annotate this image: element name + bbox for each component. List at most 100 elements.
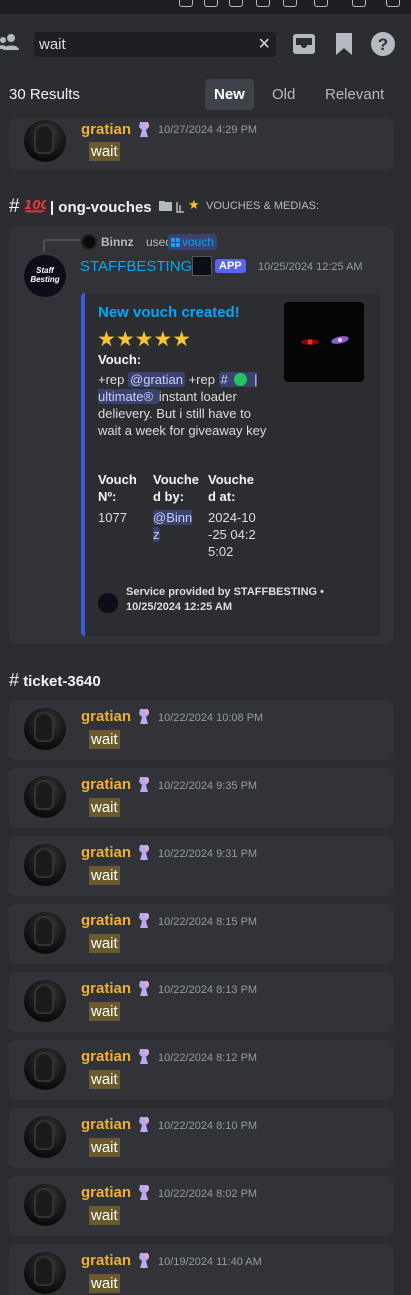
toolbar-icon[interactable] (179, 0, 193, 7)
tab-relevant[interactable]: Relevant (316, 79, 393, 110)
search-result[interactable]: gratian 10/22/2024 8:02 PM wait (9, 1176, 394, 1236)
search-result-bot-message[interactable]: Binnz used vouch Staff Besting STAFFBEST… (9, 226, 394, 644)
search-input[interactable] (39, 35, 239, 53)
bot-avatar[interactable]: Staff Besting (24, 255, 66, 297)
svg-text:?: ? (378, 35, 388, 54)
results-bar: 30 Results New Old Relevant (0, 70, 411, 118)
message-content: wait (89, 798, 120, 817)
search-result[interactable]: gratian 10/22/2024 9:31 PM wait (9, 836, 394, 896)
message-content: wait (89, 1274, 120, 1293)
avatar[interactable] (24, 1184, 66, 1226)
interaction-user[interactable]: Binnz (101, 235, 134, 249)
avatar[interactable] (24, 1116, 66, 1158)
interaction-avatar (81, 234, 97, 250)
user-mention[interactable]: @gratian (128, 372, 185, 387)
channel-name: | ong-vouches (49, 199, 152, 216)
svg-text:100: 100 (24, 198, 46, 212)
hash-icon: # (9, 196, 20, 217)
nitro-badge-icon (139, 1253, 149, 1268)
search-result[interactable]: gratian 10/19/2024 11:40 AM wait (9, 1244, 394, 1295)
avatar[interactable] (24, 980, 66, 1022)
bot-avatar-text: Staff Besting (30, 266, 60, 284)
slash-command-icon (171, 238, 180, 247)
toolbar-icon[interactable] (256, 0, 270, 7)
vouch-text: +rep @gratian +rep # | ultimate® instant… (98, 371, 268, 439)
results-count: 30 Results (9, 86, 80, 103)
author-name[interactable]: gratian (81, 844, 131, 861)
app-tag: APP (215, 259, 246, 273)
search-box[interactable]: × (34, 32, 276, 57)
close-icon[interactable]: × (258, 33, 270, 55)
channel-name: ticket-3640 (23, 673, 101, 690)
message-content: wait (89, 1206, 120, 1225)
timestamp: 10/22/2024 9:31 PM (158, 848, 258, 860)
author-name[interactable]: gratian (81, 121, 131, 138)
search-result[interactable]: gratian 10/22/2024 10:08 PM wait (9, 700, 394, 760)
avatar[interactable] (24, 120, 66, 162)
toolbar-icon[interactable] (352, 0, 366, 7)
author-name[interactable]: gratian (81, 980, 131, 997)
author-name[interactable]: gratian (81, 776, 131, 793)
embed-title[interactable]: New vouch created! (98, 304, 240, 321)
tab-new[interactable]: New (205, 79, 254, 110)
author-name[interactable]: gratian (81, 1252, 131, 1269)
toolbar-icon[interactable] (283, 0, 297, 7)
search-result[interactable]: gratian 10/22/2024 8:10 PM wait (9, 1108, 394, 1168)
search-result[interactable]: gratian 10/22/2024 8:12 PM wait (9, 1040, 394, 1100)
help-icon[interactable]: ? (370, 31, 396, 57)
field-name: Vouch Nº: (98, 472, 137, 504)
message-content: wait (89, 1138, 120, 1157)
channel-header-ong-vouches[interactable]: # 100 | ong-vouches (9, 196, 152, 218)
tab-old[interactable]: Old (263, 79, 304, 110)
avatar[interactable] (24, 776, 66, 818)
inbox-icon[interactable] (291, 31, 317, 57)
channel-header-ticket[interactable]: # ticket-3640 (9, 670, 101, 691)
avatar[interactable] (24, 1252, 66, 1294)
toolbar-icon[interactable] (229, 0, 243, 7)
avatar[interactable] (24, 844, 66, 886)
channel-mention-label: ultimate® (98, 389, 154, 404)
timestamp: 10/22/2024 8:02 PM (158, 1188, 258, 1200)
toolbar-icon[interactable] (386, 0, 400, 7)
author-name[interactable]: gratian (81, 912, 131, 929)
avatar[interactable] (24, 912, 66, 954)
toolbar-icon[interactable] (204, 0, 218, 7)
search-result[interactable]: gratian 10/22/2024 8:13 PM wait (9, 972, 394, 1032)
thread-branch-icon (176, 202, 184, 213)
message-content: wait (89, 934, 120, 953)
search-result[interactable]: gratian 10/22/2024 9:35 PM wait (9, 768, 394, 828)
timestamp: 10/22/2024 8:10 PM (158, 1120, 258, 1132)
slash-command[interactable]: vouch (168, 234, 218, 250)
bot-name[interactable]: STAFFBESTING (80, 258, 192, 275)
bookmark-icon[interactable] (331, 31, 357, 57)
timestamp: 10/22/2024 9:35 PM (158, 780, 258, 792)
nitro-badge-icon (139, 709, 149, 724)
author-name[interactable]: gratian (81, 708, 131, 725)
author-name[interactable]: gratian (81, 1048, 131, 1065)
toolbar-icon[interactable] (314, 0, 328, 7)
embed-thumbnail[interactable] (284, 302, 364, 382)
nitro-badge-icon (139, 845, 149, 860)
nitro-badge-icon (139, 981, 149, 996)
avatar[interactable] (24, 1048, 66, 1090)
members-icon[interactable] (0, 32, 20, 52)
search-result[interactable]: gratian 10/27/2024 4:29 PM wait (9, 118, 394, 170)
message-content: wait (89, 730, 120, 749)
author-name[interactable]: gratian (81, 1184, 131, 1201)
message-content: wait (89, 1002, 120, 1021)
author-name[interactable]: gratian (81, 1116, 131, 1133)
star-rating: ★★★★★ (97, 328, 192, 351)
search-header: × ? (0, 14, 411, 70)
hash-icon: # (220, 372, 228, 387)
eyes-image (301, 336, 349, 345)
thread-hash-icon: # (9, 670, 20, 690)
field-value-mention[interactable]: @Binnz (153, 509, 195, 543)
avatar[interactable] (24, 708, 66, 750)
timestamp: 10/19/2024 11:40 AM (158, 1256, 262, 1268)
vouch-text-2: +rep (188, 372, 215, 387)
nitro-badge-icon (139, 1117, 149, 1132)
search-result[interactable]: gratian 10/22/2024 8:15 PM wait (9, 904, 394, 964)
folder-icon (159, 201, 172, 211)
bot-role-icon (192, 256, 212, 276)
footer-icon (98, 593, 118, 613)
